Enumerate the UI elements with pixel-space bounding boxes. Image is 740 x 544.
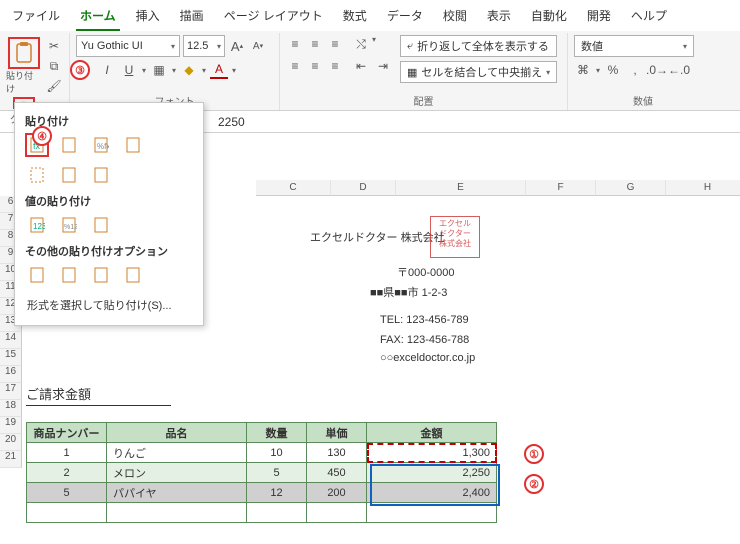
invoice-table: 商品ナンバー 品名 数量 単価 金額 1 りんご 10 130 1,300 2 … [26,422,497,523]
dec-decimal-icon[interactable]: ←.0 [670,61,688,79]
table-row-empty[interactable] [27,503,497,523]
paste-opt-linkedpic[interactable] [121,263,145,287]
tab-layout[interactable]: ページ レイアウト [220,4,327,31]
fax: FAX: 123-456-788 [380,334,469,346]
table-row[interactable]: 2 メロン 5 450 2,250 [27,463,497,483]
addr: ■■県■■市 1-2-3 [370,284,447,300]
annotation-4: ④ [32,126,52,146]
merge-icon: ▦ [407,66,417,79]
wrap-text-button[interactable]: ⤶折り返して全体を表示する [400,35,557,57]
wrap-icon: ⤶ [407,40,413,53]
paste-opt-values[interactable]: 123 [25,213,49,237]
paste-label: 貼り付け [6,69,41,95]
tab-dev[interactable]: 開発 [583,4,615,31]
tab-data[interactable]: データ [383,4,427,31]
th-name: 品名 [107,423,247,443]
group-font: Yu Gothic UI▾ 12.5▾ A▴ A▾ B I U ▾ ▦▾ ◆▾ … [70,33,280,110]
bill-title: ご請求金額 [26,384,171,406]
group-label-align: 配置 [286,91,561,110]
font-color-button[interactable]: A [210,61,228,79]
tab-formulas[interactable]: 数式 [339,4,371,31]
group-clipboard: 貼り付け ▾ ✂ ⧉ 🖌 クリップボード [0,33,70,110]
paste-opt-formatting[interactable] [25,263,49,287]
tab-help[interactable]: ヘルプ [627,4,671,31]
annotation-1: ① [524,444,544,464]
postal: 〒000-0000 [397,264,455,280]
tab-automate[interactable]: 自動化 [527,4,571,31]
cut-icon[interactable]: ✂ [45,37,63,55]
copy-icon[interactable]: ⧉ [45,57,63,75]
number-format-select[interactable]: 数値▾ [574,35,694,57]
tab-review[interactable]: 校閲 [439,4,471,31]
tab-insert[interactable]: 挿入 [132,4,164,31]
percent-icon[interactable]: % [604,61,622,79]
svg-text:%123: %123 [64,224,77,231]
table-row[interactable]: 1 りんご 10 130 1,300 [27,443,497,463]
paste-opt-values-srcfmt[interactable] [89,213,113,237]
indent-dec-icon[interactable]: ⇤ [352,57,370,75]
align-left-icon[interactable]: ≡ [286,57,304,75]
table-row[interactable]: 5 パパイヤ 12 200 2,400 [27,483,497,503]
paste-opt-link[interactable] [57,263,81,287]
font-size-select[interactable]: 12.5▾ [183,35,225,57]
tab-file[interactable]: ファイル [8,4,64,31]
paste-opt-formulas-numfmt[interactable]: %fx [89,133,113,157]
tab-view[interactable]: 表示 [483,4,515,31]
company-stamp: エクセルドクター株式会社 [430,216,480,258]
font-name-select[interactable]: Yu Gothic UI▾ [76,35,180,57]
th-amt: 金額 [367,423,497,443]
decrease-font-icon[interactable]: A▾ [249,37,267,55]
paste-opt-keep-src-fmt[interactable] [121,133,145,157]
tab-home[interactable]: ホーム [76,4,120,31]
paste-opt-all[interactable] [57,133,81,157]
mail: ○○exceldoctor.co.jp [380,352,475,364]
cell-e20: 2,400 [367,483,497,503]
paste-special-link[interactable]: 形式を選択して貼り付け(S)... [25,293,193,317]
tel: TEL: 123-456-789 [380,314,469,326]
align-right-icon[interactable]: ≡ [326,57,344,75]
annotation-3: ③ [70,60,90,80]
menu-tabs: ファイル ホーム 挿入 描画 ページ レイアウト 数式 データ 校閲 表示 自動… [0,0,740,31]
cell-e19: 2,250 [367,463,497,483]
border-button[interactable]: ▦ [150,61,168,79]
paste-opt-transpose[interactable] [89,163,113,187]
currency-icon[interactable]: ⌘ [574,61,592,79]
th-qty: 数量 [247,423,307,443]
italic-button[interactable]: I [98,61,116,79]
paste-button[interactable] [8,37,40,69]
svg-text:123: 123 [33,222,45,231]
th-price: 単価 [307,423,367,443]
cell-e18: 1,300 [367,443,497,463]
paste-section-paste: 貼り付け [25,113,193,129]
paste-section-other: その他の貼り付けオプション [25,243,193,259]
svg-text:%fx: %fx [97,142,109,151]
company-line: エクセルドクター 株式会社 [310,229,445,245]
indent-inc-icon[interactable]: ⇥ [374,57,392,75]
fill-color-button[interactable]: ◆ [180,61,198,79]
align-mid-icon[interactable]: ≡ [306,35,324,53]
increase-font-icon[interactable]: A▴ [228,37,246,55]
paste-opt-values-numfmt[interactable]: %123 [57,213,81,237]
paste-opt-colwidth[interactable] [57,163,81,187]
ribbon: 貼り付け ▾ ✂ ⧉ 🖌 クリップボード Yu Gothic UI▾ 12.5▾… [0,31,740,111]
underline-button[interactable]: U [120,61,138,79]
paste-opt-noborders[interactable] [25,163,49,187]
tab-draw[interactable]: 描画 [176,4,208,31]
comma-icon[interactable]: , [626,61,644,79]
group-label-number: 数値 [574,91,712,110]
th-no: 商品ナンバー [27,423,107,443]
orientation-icon[interactable]: ⤭ [352,35,370,53]
align-top-icon[interactable]: ≡ [286,35,304,53]
align-center-icon[interactable]: ≡ [306,57,324,75]
group-number: 数値▾ ⌘▾ % , .0→ ←.0 数値 [568,33,718,110]
col-headers: CDEFGH [256,180,740,196]
inc-decimal-icon[interactable]: .0→ [648,61,666,79]
paste-section-values: 値の貼り付け [25,193,193,209]
annotation-2: ② [524,474,544,494]
align-bot-icon[interactable]: ≡ [326,35,344,53]
paste-opt-picture[interactable] [89,263,113,287]
format-painter-icon[interactable]: 🖌 [45,77,63,95]
merge-center-button[interactable]: ▦セルを結合して中央揃え▾ [400,61,557,83]
group-align: ≡ ≡ ≡ ≡ ≡ ≡ ⤭▾ ⇤⇥ ⤶折り返して全体を表示する ▦セルを結合して… [280,33,568,110]
